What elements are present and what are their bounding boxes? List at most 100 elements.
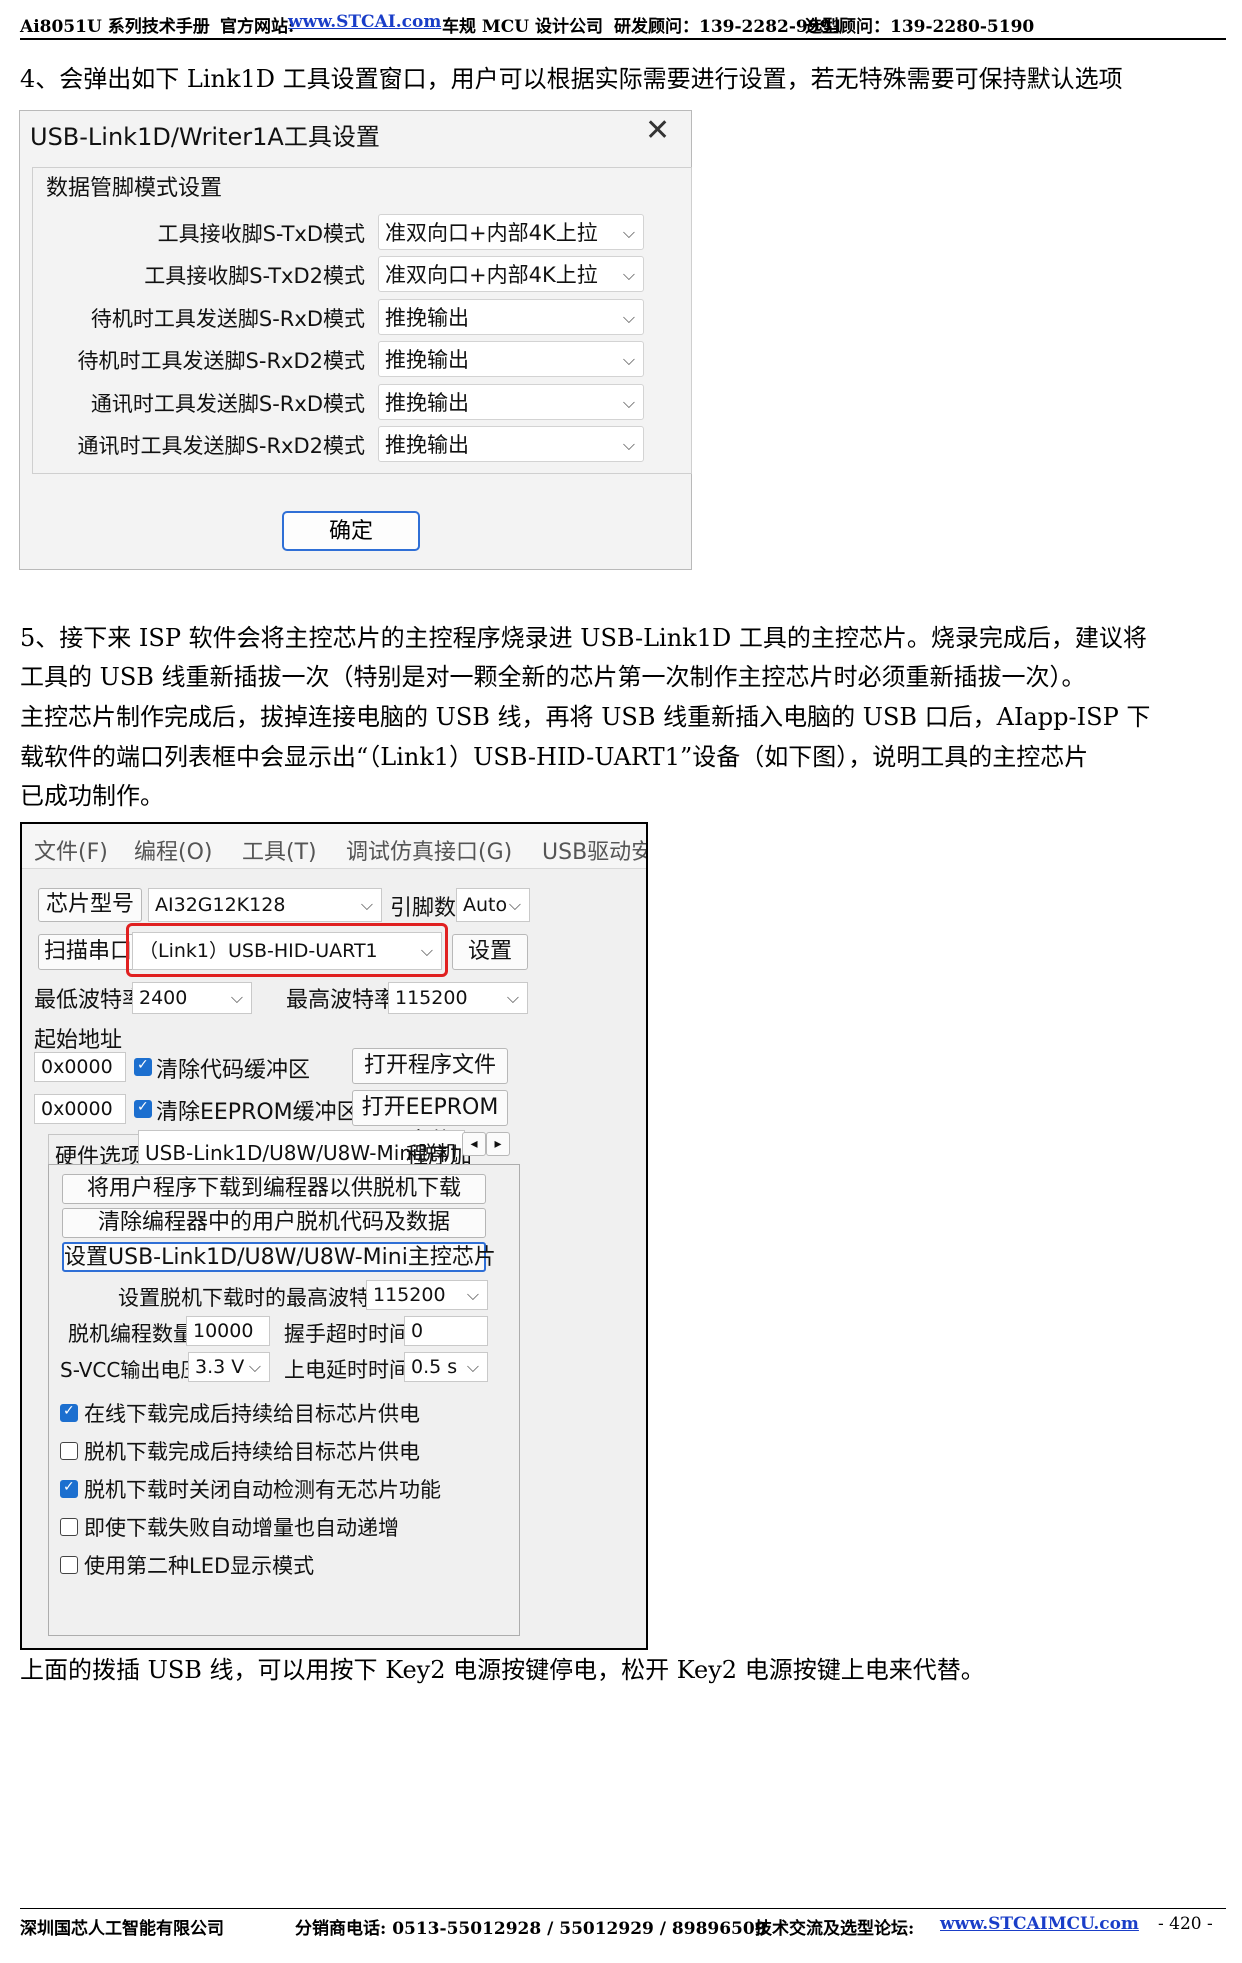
chevron-down-icon: ⌵ [506, 988, 519, 1007]
step5-line: 5、接下来 ISP 软件会将主控芯片的主控程序烧录进 USB-Link1D 工具… [20, 624, 1147, 652]
replug-note: 上面的拨插 USB 线，可以用按下 Key2 电源按键停电，松开 Key2 电源… [20, 1656, 985, 1684]
min-baud-label: 最低波特率 [34, 988, 145, 1013]
link1d-settings-dialog: USB-Link1D/Writer1A工具设置 ✕ 数据管脚模式设置 工具接收脚… [19, 110, 692, 570]
tab-scroll-right-icon[interactable]: ▸ [486, 1132, 510, 1156]
option-label: 使用第二种LED显示模式 [84, 1554, 315, 1578]
port-select[interactable]: （Link1）USB-HID-UART1 ⌵ [132, 932, 442, 970]
chevron-down-icon: ⌵ [622, 435, 635, 454]
step5-line: 主控芯片制作完成后，拔掉连接电脑的 USB 线，再将 USB 线重新插入电脑的 … [20, 703, 1151, 731]
clear-code-checkbox[interactable] [134, 1057, 152, 1076]
chip-type-button[interactable]: 芯片型号 [38, 888, 142, 922]
company-tag: 车规 MCU 设计公司 [442, 17, 604, 37]
handshake-timeout-label: 握手超时时间 [284, 1322, 410, 1346]
offline-count-label: 脱机编程数量 [68, 1322, 194, 1346]
option-label: 脱机下载时关闭自动检测有无芯片功能 [84, 1478, 441, 1502]
clear-eeprom-checkbox[interactable] [134, 1099, 152, 1118]
clear-eeprom-label: 清除EEPROM缓冲区 [156, 1100, 359, 1125]
menu-bar: 文件(F) 编程(O) 工具(T) 调试仿真接口(G) USB驱动安 [22, 824, 646, 869]
power-delay-select[interactable]: 0.5 s ⌵ [404, 1352, 488, 1382]
download-to-writer-button[interactable]: 将用户程序下载到编程器以供脱机下载 [62, 1174, 486, 1204]
footer-phone: 分销商电话: 0513-55012928 / 55012929 / 898965… [295, 1919, 767, 1939]
dialog-title: USB-Link1D/Writer1A工具设置 [30, 123, 380, 151]
step5-line: 工具的 USB 线重新插拔一次（特别是对一颗全新的芯片第一次制作主控芯片时必须重… [20, 663, 1086, 691]
chevron-down-icon: ⌵ [508, 895, 521, 914]
step5-line: 载软件的端口列表框中会显示出“（Link1）USB-HID-UART1”设备（如… [20, 743, 1089, 771]
scan-port-button[interactable]: 扫描串口 [38, 934, 138, 970]
power-delay-label: 上电延时时间 [284, 1358, 410, 1382]
chevron-down-icon: ⌵ [248, 1357, 261, 1376]
mode-select[interactable]: 推挽输出 ⌵ [378, 384, 644, 420]
tab-scroll-left-icon[interactable]: ◂ [462, 1132, 486, 1156]
option-checkbox[interactable] [60, 1479, 78, 1498]
menu-tools[interactable]: 工具(T) [242, 834, 317, 866]
eeprom-address-input[interactable]: 0x0000 [34, 1094, 126, 1124]
mode-select[interactable]: 准双向口+内部4K上拉 ⌵ [378, 256, 644, 292]
forum-link[interactable]: www.STCAIMCU.com [940, 1914, 1139, 1934]
option-checkbox[interactable] [60, 1556, 78, 1574]
manual-title: Ai8051U 系列技术手册 [20, 17, 210, 37]
chevron-down-icon: ⌵ [466, 1357, 479, 1376]
chevron-down-icon: ⌵ [420, 941, 433, 960]
chip-select[interactable]: AI32G12K128 ⌵ [148, 888, 382, 922]
chevron-down-icon: ⌵ [360, 895, 373, 914]
chevron-down-icon: ⌵ [622, 393, 635, 412]
site-link[interactable]: www.STCAI.com [288, 12, 441, 32]
site-label: 官方网站: [220, 17, 295, 37]
row-label: 工具接收脚S-TxD2模式 [144, 264, 365, 288]
footer-rule [20, 1908, 1226, 1909]
chevron-down-icon: ⌵ [622, 308, 635, 327]
option-label: 即使下载失败自动增量也自动递增 [84, 1516, 399, 1540]
vcc-label: S-VCC输出电压 [60, 1358, 201, 1382]
chevron-down-icon: ⌵ [622, 350, 635, 369]
menu-usb-driver[interactable]: USB驱动安 [542, 834, 646, 866]
min-baud-select[interactable]: 2400 ⌵ [132, 982, 252, 1014]
chevron-down-icon: ⌵ [622, 223, 635, 242]
clear-writer-button[interactable]: 清除编程器中的用户脱机代码及数据 [62, 1208, 486, 1238]
option-checkbox[interactable] [60, 1403, 78, 1422]
row-label: 通讯时工具发送脚S-RxD2模式 [77, 434, 365, 458]
row-label: 待机时工具发送脚S-RxD模式 [90, 307, 365, 331]
start-address-input[interactable]: 0x0000 [34, 1052, 126, 1082]
chevron-down-icon: ⌵ [466, 1285, 479, 1304]
mode-select[interactable]: 准双向口+内部4K上拉 ⌵ [378, 214, 644, 250]
menu-program[interactable]: 编程(O) [134, 834, 212, 866]
pin-count-label: 引脚数 [390, 896, 457, 921]
option-checkbox[interactable] [60, 1442, 78, 1460]
handshake-timeout-input[interactable]: 0 [404, 1316, 488, 1346]
sel-advisor: 选型顾问：139-2280-5190 [805, 17, 1035, 37]
offline-max-baud-select[interactable]: 115200 ⌵ [366, 1280, 488, 1310]
chevron-down-icon: ⌵ [230, 988, 243, 1007]
max-baud-select[interactable]: 115200 ⌵ [388, 982, 528, 1014]
mode-select[interactable]: 推挽输出 ⌵ [378, 341, 644, 377]
step5-line: 已成功制作。 [20, 782, 164, 810]
row-label: 工具接收脚S-TxD模式 [157, 222, 365, 246]
page-header: Ai8051U 系列技术手册 官方网站: www.STCAI.com 车规 MC… [20, 10, 1226, 37]
start-address-label: 起始地址 [34, 1028, 123, 1053]
row-label: 待机时工具发送脚S-RxD2模式 [77, 349, 365, 373]
offline-count-input[interactable]: 10000 [186, 1316, 270, 1346]
option-checkbox[interactable] [60, 1518, 78, 1536]
isp-window: 文件(F) 编程(O) 工具(T) 调试仿真接口(G) USB驱动安 芯片型号 … [20, 822, 648, 1650]
offline-max-baud-label: 设置脱机下载时的最高波特率 [118, 1286, 391, 1310]
vcc-select[interactable]: 3.3 V ⌵ [188, 1352, 270, 1382]
footer-company: 深圳国芯人工智能有限公司 [20, 1919, 224, 1939]
open-eeprom-button[interactable]: 打开EEPROM文件 [352, 1090, 508, 1154]
menu-file[interactable]: 文件(F) [34, 834, 108, 866]
chevron-down-icon: ⌵ [622, 265, 635, 284]
header-rule [20, 38, 1226, 40]
option-label: 在线下载完成后持续给目标芯片供电 [84, 1402, 420, 1426]
option-label: 脱机下载完成后持续给目标芯片供电 [84, 1440, 420, 1464]
setup-master-chip-button[interactable]: 设置USB-Link1D/U8W/U8W-Mini主控芯片 [62, 1242, 496, 1272]
close-icon[interactable]: ✕ [645, 113, 670, 148]
pin-count-select[interactable]: Auto ⌵ [456, 888, 530, 922]
clear-code-label: 清除代码缓冲区 [156, 1058, 311, 1083]
settings-button[interactable]: 设置 [452, 934, 528, 970]
ok-button[interactable]: 确定 [282, 511, 420, 551]
menu-debug[interactable]: 调试仿真接口(G) [346, 834, 512, 866]
row-label: 通讯时工具发送脚S-RxD模式 [90, 392, 365, 416]
mode-select[interactable]: 推挽输出 ⌵ [378, 299, 644, 335]
mode-select[interactable]: 推挽输出 ⌵ [378, 426, 644, 462]
max-baud-label: 最高波特率 [286, 988, 397, 1013]
footer-forum-label: 技术交流及选型论坛: [755, 1919, 915, 1939]
open-program-button[interactable]: 打开程序文件 [352, 1048, 508, 1084]
